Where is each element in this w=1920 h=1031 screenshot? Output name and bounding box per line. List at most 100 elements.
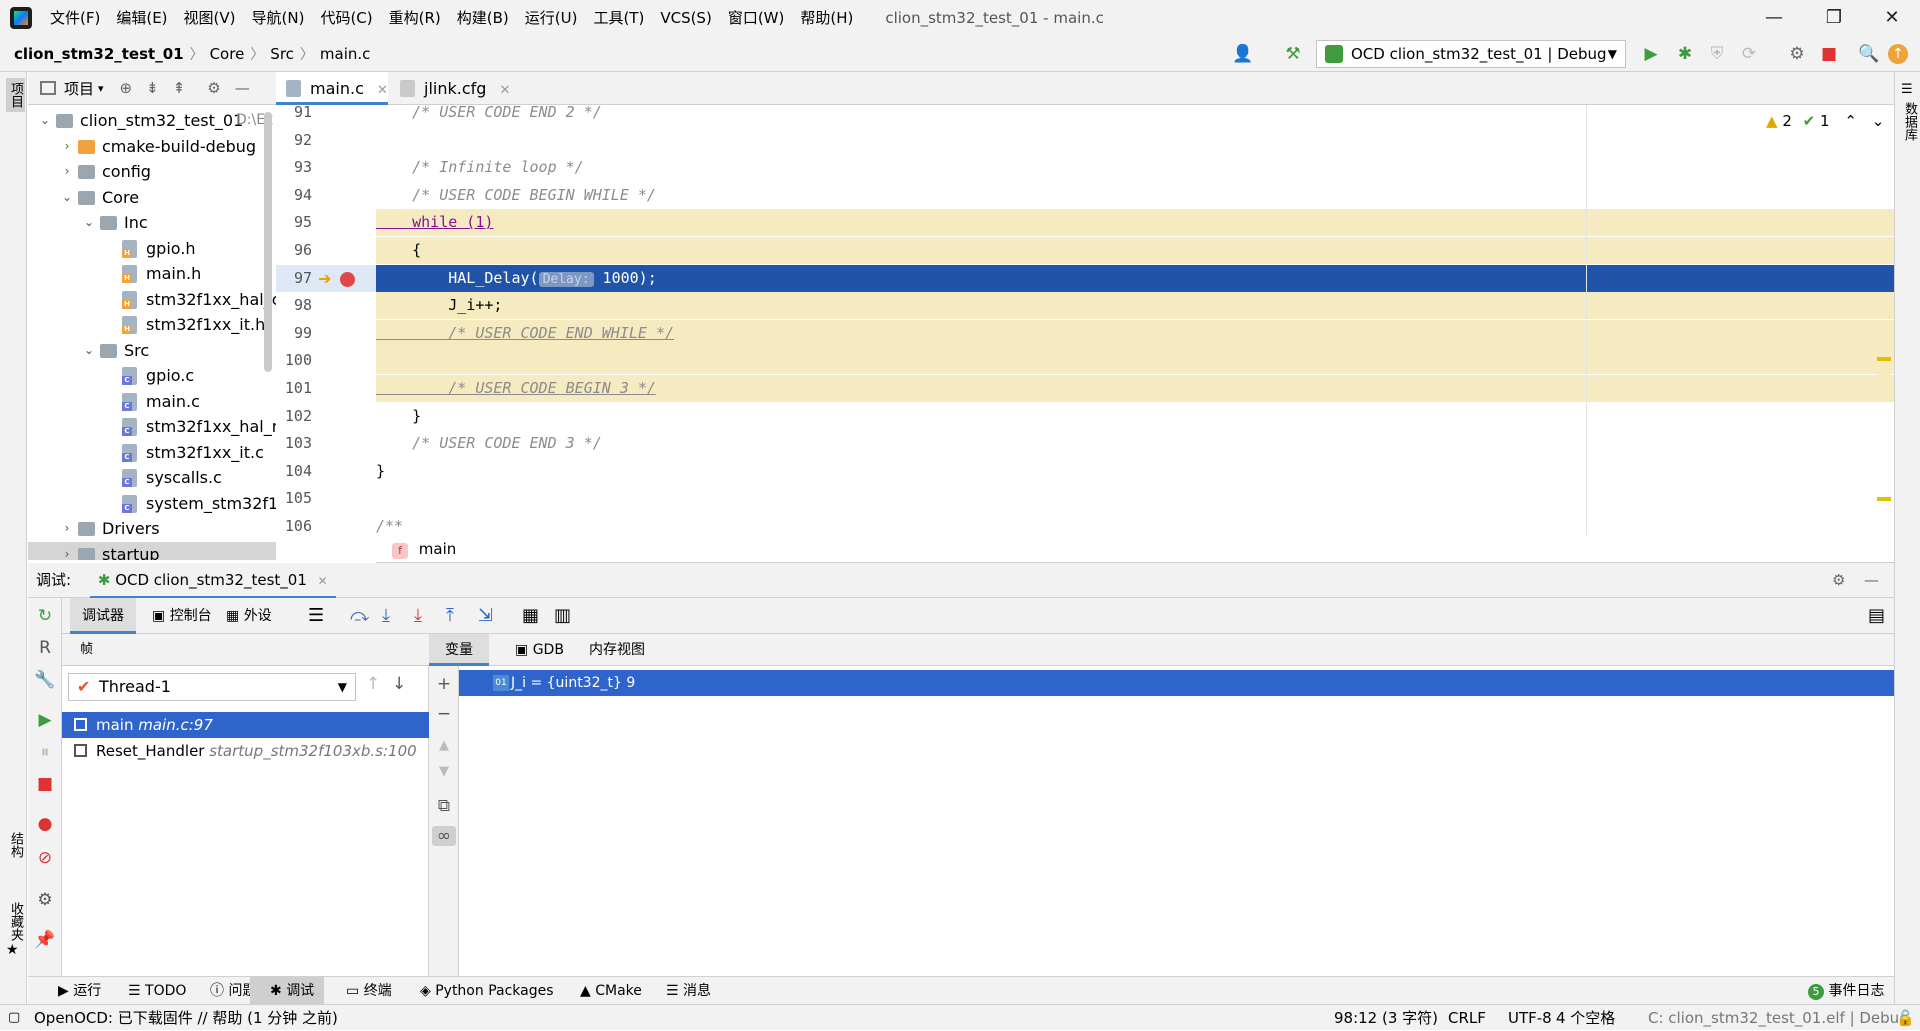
view-breakpoints-icon[interactable]: ●: [28, 814, 62, 834]
tool-todo[interactable]: ☰ TODO: [108, 977, 186, 1005]
arrow-up-icon[interactable]: ↑: [366, 674, 380, 694]
menu-window[interactable]: 窗口(W): [720, 0, 793, 36]
close-icon[interactable]: ✕: [500, 83, 511, 98]
debug-bug-icon[interactable]: ✱: [1672, 42, 1698, 66]
restore-button[interactable]: ❐: [1806, 0, 1862, 36]
tree-item[interactable]: Csystem_stm32f1x: [28, 491, 276, 516]
code-line[interactable]: while (1): [376, 209, 1894, 237]
code-line[interactable]: J_i++;: [376, 292, 1894, 320]
move-up-icon[interactable]: ▲: [429, 738, 459, 753]
code-line[interactable]: /**: [376, 513, 1894, 535]
chevron-down-icon[interactable]: ⌄: [82, 338, 96, 363]
status-caret-position[interactable]: 98:12 (3 字符): [1334, 1005, 1438, 1031]
code-editor[interactable]: /* USER CODE END 2 */ /* Infinite loop *…: [376, 105, 1894, 535]
thread-select[interactable]: ✔ Thread-1 ▼: [68, 673, 356, 701]
tab-gdb[interactable]: ▣ GDB: [515, 634, 564, 666]
tree-item[interactable]: Hmain.h: [28, 261, 276, 286]
menu-view[interactable]: 视图(V): [176, 0, 244, 36]
code-line[interactable]: /* USER CODE END 2 */: [376, 105, 1894, 126]
hide-panel-icon[interactable]: —: [1864, 563, 1879, 598]
tab-memory-view[interactable]: 内存视图: [589, 634, 645, 666]
collapse-all-icon[interactable]: ⇞: [173, 79, 186, 97]
menu-tools[interactable]: 工具(T): [585, 0, 652, 36]
pause-icon[interactable]: ⏸: [28, 742, 62, 762]
search-icon[interactable]: 🔍: [1856, 42, 1882, 66]
breadcrumb-project[interactable]: clion_stm32_test_01: [0, 45, 190, 63]
chevron-down-icon[interactable]: ⌄: [1872, 112, 1885, 130]
run-icon[interactable]: ▶: [1638, 42, 1664, 66]
breadcrumb-src[interactable]: Src: [264, 45, 300, 63]
menu-vcs[interactable]: VCS(S): [652, 0, 719, 36]
tree-item[interactable]: › cmake-build-debug: [28, 134, 276, 159]
chevron-right-icon[interactable]: ›: [60, 159, 74, 184]
tool-terminal[interactable]: ▭ 终端: [326, 977, 392, 1005]
code-line[interactable]: [376, 347, 1894, 375]
run-configuration-select[interactable]: OCD clion_stm32_test_01 | Debug ▼: [1316, 40, 1626, 68]
rerun-icon[interactable]: ↻: [28, 606, 62, 626]
scroll-warning-marker[interactable]: [1877, 497, 1891, 501]
editor-gutter[interactable]: 91 92 93 94 95 96 97 ➔ 98 99 100 101 102 103 104 105 106: [276, 103, 376, 535]
menu-lines-icon[interactable]: ☰: [308, 598, 324, 634]
copy-icon[interactable]: ⧉: [429, 796, 459, 816]
locate-icon[interactable]: ⊕: [120, 79, 133, 97]
tab-debugger[interactable]: 调试器: [70, 598, 136, 634]
code-line[interactable]: {: [376, 237, 1894, 264]
code-line[interactable]: }: [376, 458, 1894, 485]
force-step-into-icon[interactable]: ⤓: [414, 598, 422, 634]
profile-icon[interactable]: ⟳: [1736, 42, 1762, 66]
add-watch-icon[interactable]: +: [429, 674, 459, 694]
scroll-warning-marker[interactable]: [1877, 357, 1891, 361]
tool-debug[interactable]: ✱ 调试: [250, 977, 325, 1005]
build-hammer-icon[interactable]: ⚒: [1280, 42, 1306, 66]
chevron-down-icon[interactable]: ⌄: [82, 210, 96, 235]
tab-peripherals[interactable]: ▦ 外设: [226, 598, 272, 634]
frame-row[interactable]: Reset_Handler startup_stm32f103xb.s:100: [62, 738, 429, 764]
breakpoint-icon[interactable]: [340, 271, 355, 287]
tree-item[interactable]: Cstm32f1xx_hal_ms: [28, 414, 276, 439]
chevron-right-icon[interactable]: ›: [60, 516, 74, 541]
show-watches-icon[interactable]: ∞: [432, 826, 456, 846]
status-indent[interactable]: 4 个空格: [1556, 1005, 1615, 1031]
reset-icon[interactable]: R: [28, 638, 62, 658]
user-icon[interactable]: 👤: [1230, 42, 1256, 66]
chevron-down-icon[interactable]: ⌄: [60, 185, 74, 210]
tree-item[interactable]: ⌄ clion_stm32_test_01 D:\Ex: [28, 108, 276, 133]
tree-scrollbar[interactable]: [264, 112, 272, 372]
tree-item[interactable]: Csyscalls.c: [28, 465, 276, 490]
code-line[interactable]: [376, 127, 1894, 154]
chevron-up-icon[interactable]: ⌃: [1844, 112, 1857, 130]
chevron-right-icon[interactable]: ›: [60, 134, 74, 159]
tab-main-c[interactable]: main.c ✕: [276, 72, 388, 105]
resume-icon[interactable]: ▶: [28, 710, 62, 730]
code-line[interactable]: /* USER CODE END 3 */: [376, 430, 1894, 457]
close-icon[interactable]: ✕: [318, 574, 328, 588]
menu-run[interactable]: 运行(U): [517, 0, 586, 36]
stripe-database[interactable]: 数据库: [1900, 102, 1919, 141]
tree-item[interactable]: Hstm32f1xx_hal_co: [28, 287, 276, 312]
breadcrumb-function[interactable]: main: [419, 540, 456, 558]
attach-debugger-icon[interactable]: ⚙: [1784, 42, 1810, 66]
wrench-icon[interactable]: 🔧: [28, 670, 62, 690]
tree-item[interactable]: Hgpio.h: [28, 236, 276, 261]
tree-item[interactable]: › config: [28, 159, 276, 184]
code-line[interactable]: /* Infinite loop */: [376, 154, 1894, 181]
tree-item[interactable]: Cstm32f1xx_it.c: [28, 440, 276, 465]
remove-watch-icon[interactable]: −: [429, 704, 459, 724]
tree-item[interactable]: ⌄ Inc: [28, 210, 276, 235]
variable-row[interactable]: 01 J_i = {uint32_t} 9: [459, 670, 1894, 696]
breadcrumb-core[interactable]: Core: [204, 45, 251, 63]
debug-session-tab[interactable]: ✱ OCD clion_stm32_test_01 ✕: [89, 565, 336, 599]
gear-icon[interactable]: ⚙: [207, 79, 220, 97]
tree-item[interactable]: ⌄ Src: [28, 338, 276, 363]
tab-variables[interactable]: 变量: [429, 634, 489, 666]
status-encoding[interactable]: UTF-8: [1508, 1005, 1552, 1031]
tool-problems[interactable]: ⓘ 问题: [190, 977, 256, 1005]
status-line-separator[interactable]: CRLF: [1448, 1005, 1486, 1031]
evaluate-icon[interactable]: ▦: [522, 598, 539, 634]
hide-panel-icon[interactable]: —: [235, 79, 250, 97]
menu-help[interactable]: 帮助(H): [792, 0, 861, 36]
menu-build[interactable]: 构建(B): [449, 0, 517, 36]
step-over-icon[interactable]: ⤼: [350, 598, 369, 634]
code-line[interactable]: HAL_Delay(Delay: 1000);: [376, 264, 1894, 292]
tree-item[interactable]: ⌄ Core: [28, 185, 276, 210]
